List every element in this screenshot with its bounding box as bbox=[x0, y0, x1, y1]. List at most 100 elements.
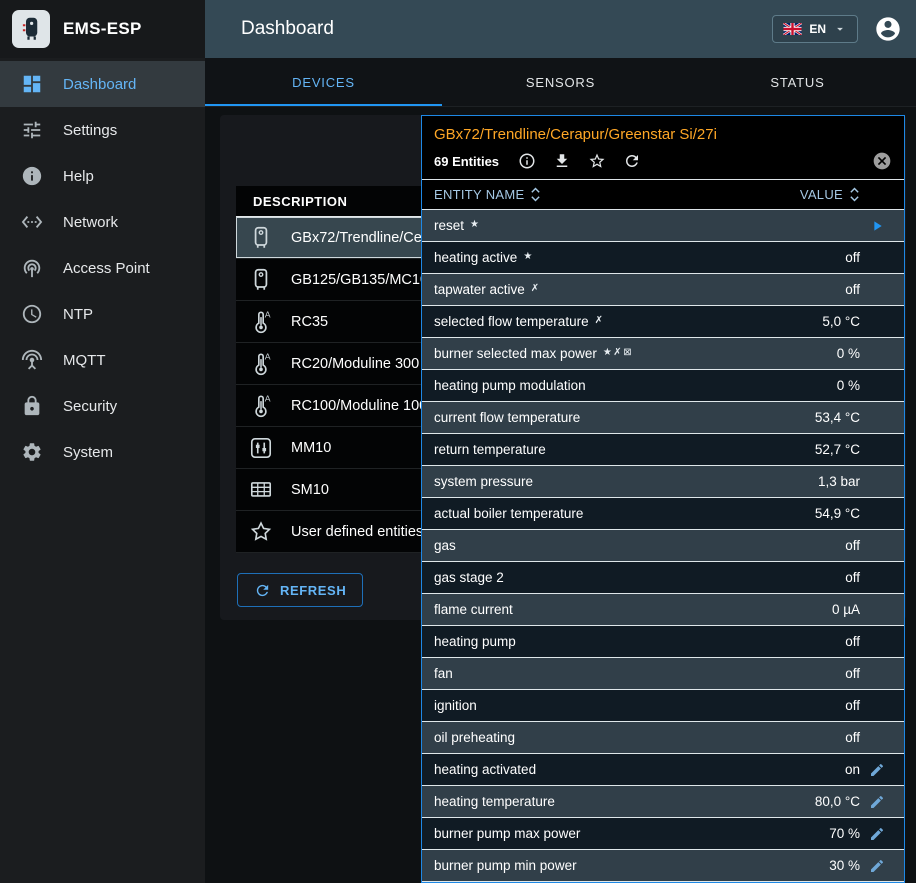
entity-value: 54,9 °C bbox=[815, 506, 860, 521]
svg-text:A: A bbox=[265, 309, 271, 319]
close-icon[interactable] bbox=[872, 151, 892, 171]
entity-value: 1,3 bar bbox=[818, 474, 860, 489]
refresh-icon bbox=[254, 582, 271, 599]
sidebar-item-settings[interactable]: Settings bbox=[0, 107, 205, 153]
app-logo-row: EMS-ESP bbox=[0, 0, 205, 58]
sidebar-item-mqtt[interactable]: MQTT bbox=[0, 337, 205, 383]
entity-table-header: ENTITY NAME VALUE bbox=[422, 179, 904, 210]
sidebar-item-dashboard[interactable]: Dashboard bbox=[0, 61, 205, 107]
entity-name-text: tapwater active bbox=[434, 282, 525, 297]
entity-name: heating activated bbox=[434, 762, 845, 777]
tab-devices[interactable]: DEVICES bbox=[205, 58, 442, 106]
sort-value[interactable]: VALUE bbox=[800, 186, 860, 203]
sort-icon bbox=[530, 186, 541, 203]
entity-name-text: return temperature bbox=[434, 442, 546, 457]
entity-name-text: selected flow temperature bbox=[434, 314, 589, 329]
edit-icon[interactable] bbox=[869, 858, 885, 874]
gear-icon bbox=[21, 441, 43, 463]
device-label: MM10 bbox=[291, 440, 331, 456]
entity-row[interactable]: system pressure 1,3 bar bbox=[422, 466, 904, 498]
play-icon[interactable] bbox=[869, 218, 885, 234]
entity-row[interactable]: reset ★ bbox=[422, 210, 904, 242]
sidebar-item-system[interactable]: System bbox=[0, 429, 205, 475]
entity-row[interactable]: current flow temperature 53,4 °C bbox=[422, 402, 904, 434]
sidebar-item-security[interactable]: Security bbox=[0, 383, 205, 429]
ems-esp-logo-icon bbox=[12, 10, 50, 48]
entity-row[interactable]: burner pump min power 30 % bbox=[422, 850, 904, 882]
entity-row[interactable]: oil preheating off bbox=[422, 722, 904, 754]
device-entities-panel: GBx72/Trendline/Cerapur/Greenstar Si/27i… bbox=[421, 115, 905, 883]
sidebar-item-access-point[interactable]: Access Point bbox=[0, 245, 205, 291]
download-icon[interactable] bbox=[553, 152, 571, 170]
entity-value: 5,0 °C bbox=[822, 314, 860, 329]
entity-value: off bbox=[845, 698, 860, 713]
entity-name: system pressure bbox=[434, 474, 818, 489]
entity-row[interactable]: burner pump max power 70 % bbox=[422, 818, 904, 850]
entity-name-text: heating temperature bbox=[434, 794, 555, 809]
thermostat-icon: A bbox=[246, 391, 276, 421]
entity-row[interactable]: ignition off bbox=[422, 690, 904, 722]
entity-row[interactable]: heating active ★ off bbox=[422, 242, 904, 274]
sidebar-item-help[interactable]: Help bbox=[0, 153, 205, 199]
entity-row[interactable]: heating pump modulation 0 % bbox=[422, 370, 904, 402]
sidebar-item-network[interactable]: Network bbox=[0, 199, 205, 245]
entity-name-text: burner pump max power bbox=[434, 826, 580, 841]
entity-flag-icons: ★ bbox=[523, 251, 533, 262]
entity-row[interactable]: return temperature 52,7 °C bbox=[422, 434, 904, 466]
sort-icon bbox=[849, 186, 860, 203]
wifi-tethering-icon bbox=[21, 257, 43, 279]
entity-action-cell[interactable] bbox=[860, 858, 894, 874]
entity-action-cell[interactable] bbox=[860, 794, 894, 810]
language-selector-button[interactable]: EN bbox=[772, 15, 858, 43]
value-column-label: VALUE bbox=[800, 187, 843, 202]
entity-action-cell[interactable] bbox=[860, 218, 894, 234]
entity-row[interactable]: gas off bbox=[422, 530, 904, 562]
entity-name: oil preheating bbox=[434, 730, 845, 745]
entity-name: flame current bbox=[434, 602, 832, 617]
entity-value: 53,4 °C bbox=[815, 410, 860, 425]
device-label: GB125/GB135/MC10 bbox=[291, 272, 428, 288]
ethernet-icon bbox=[21, 211, 43, 233]
entity-row[interactable]: gas stage 2 off bbox=[422, 562, 904, 594]
entity-name: heating temperature bbox=[434, 794, 815, 809]
edit-icon[interactable] bbox=[869, 762, 885, 778]
sort-entity-name[interactable]: ENTITY NAME bbox=[434, 186, 541, 203]
entity-value: 0 µA bbox=[832, 602, 860, 617]
entity-action-cell[interactable] bbox=[860, 762, 894, 778]
account-button[interactable] bbox=[874, 15, 902, 43]
entity-row[interactable]: selected flow temperature ✗ 5,0 °C bbox=[422, 306, 904, 338]
star-icon[interactable] bbox=[588, 152, 606, 170]
entity-name: fan bbox=[434, 666, 845, 681]
dashboard-icon bbox=[21, 73, 43, 95]
entity-row[interactable]: heating temperature 80,0 °C bbox=[422, 786, 904, 818]
edit-icon[interactable] bbox=[869, 794, 885, 810]
refresh-icon[interactable] bbox=[623, 152, 641, 170]
custom-entities-icon bbox=[246, 517, 276, 547]
tab-status[interactable]: STATUS bbox=[679, 58, 916, 106]
entity-row[interactable]: heating activated on bbox=[422, 754, 904, 786]
refresh-button-label: REFRESH bbox=[280, 583, 346, 598]
svg-text:A: A bbox=[265, 393, 271, 403]
entity-name: heating active ★ bbox=[434, 250, 845, 265]
refresh-button[interactable]: REFRESH bbox=[237, 573, 363, 607]
entity-row[interactable]: flame current 0 µA bbox=[422, 594, 904, 626]
entity-action-cell[interactable] bbox=[860, 826, 894, 842]
entity-row[interactable]: fan off bbox=[422, 658, 904, 690]
thermostat-icon: A bbox=[246, 307, 276, 337]
page-title: Dashboard bbox=[241, 18, 334, 40]
sidebar-nav: Dashboard Settings Help Network Access P… bbox=[0, 58, 205, 475]
entity-name-column-label: ENTITY NAME bbox=[434, 187, 524, 202]
info-icon[interactable] bbox=[518, 152, 536, 170]
tab-sensors[interactable]: SENSORS bbox=[442, 58, 679, 106]
entity-flag-icons: ✗ bbox=[531, 283, 541, 294]
edit-icon[interactable] bbox=[869, 826, 885, 842]
entity-row[interactable]: tapwater active ✗ off bbox=[422, 274, 904, 306]
entity-name-text: burner selected max power bbox=[434, 346, 597, 361]
entity-row[interactable]: heating pump off bbox=[422, 626, 904, 658]
entity-name-text: flame current bbox=[434, 602, 513, 617]
device-label: RC20/Moduline 300 bbox=[291, 356, 419, 372]
entity-row[interactable]: burner selected max power ★✗⊠ 0 % bbox=[422, 338, 904, 370]
entity-row[interactable]: actual boiler temperature 54,9 °C bbox=[422, 498, 904, 530]
sidebar-item-ntp[interactable]: NTP bbox=[0, 291, 205, 337]
entity-name-text: system pressure bbox=[434, 474, 533, 489]
